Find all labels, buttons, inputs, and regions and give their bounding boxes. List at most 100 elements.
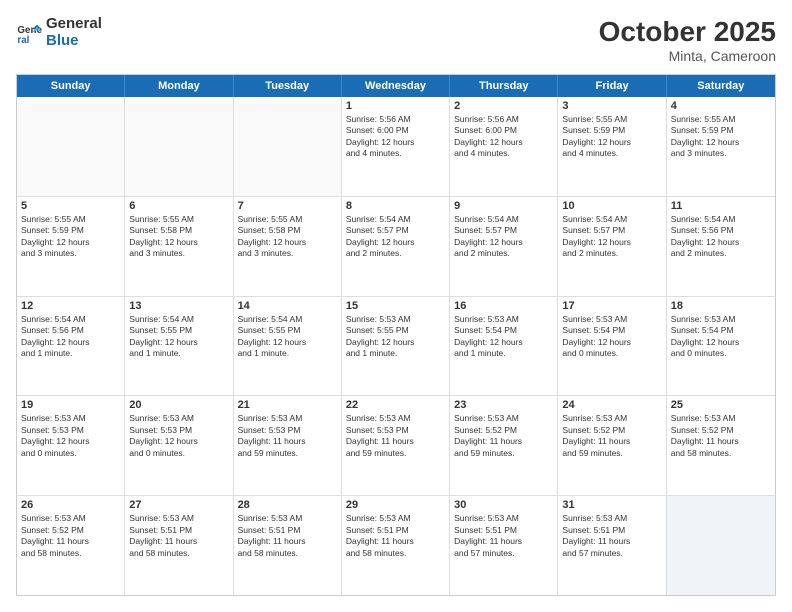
day-info: Sunrise: 5:53 AMSunset: 5:52 PMDaylight:… xyxy=(671,413,771,459)
calendar-cell: 24Sunrise: 5:53 AMSunset: 5:52 PMDayligh… xyxy=(558,396,666,495)
day-number: 5 xyxy=(21,200,120,212)
day-info: Sunrise: 5:54 AMSunset: 5:55 PMDaylight:… xyxy=(238,314,337,360)
day-number: 3 xyxy=(562,100,661,112)
day-number: 21 xyxy=(238,399,337,411)
day-info: Sunrise: 5:53 AMSunset: 5:52 PMDaylight:… xyxy=(562,413,661,459)
day-info: Sunrise: 5:53 AMSunset: 5:52 PMDaylight:… xyxy=(454,413,553,459)
calendar-row-1: 5 Sunrise: 5:55 AMSunset: 5:59 PMDaylight… xyxy=(17,196,775,296)
day-number: 16 xyxy=(454,300,553,312)
header: Gene ral General Blue October 2025 Minta… xyxy=(16,16,776,64)
header-cell-saturday: Saturday xyxy=(667,75,775,97)
day-info: Sunrise: 5:53 AMSunset: 5:55 PMDaylight:… xyxy=(346,314,445,360)
header-cell-friday: Friday xyxy=(558,75,666,97)
calendar-cell: 3 Sunrise: 5:55 AMSunset: 5:59 PMDaylight… xyxy=(558,97,666,196)
calendar-cell: 18Sunrise: 5:53 AMSunset: 5:54 PMDayligh… xyxy=(667,297,775,396)
svg-text:ral: ral xyxy=(17,34,29,45)
calendar-cell: 26Sunrise: 5:53 AMSunset: 5:52 PMDayligh… xyxy=(17,496,125,595)
day-number: 26 xyxy=(21,499,120,511)
calendar-cell: 22 Sunrise: 5:53 AMSunset: 5:53 PMDayligh… xyxy=(342,396,450,495)
calendar-cell xyxy=(234,97,342,196)
day-info: Sunrise: 5:56 AMSunset: 6:00 PMDaylight:… xyxy=(346,114,445,160)
day-number: 10 xyxy=(562,200,661,212)
day-info: Sunrise: 5:53 AMSunset: 5:51 PMDaylight:… xyxy=(346,513,445,559)
calendar-cell: 23 Sunrise: 5:53 AMSunset: 5:52 PMDayligh… xyxy=(450,396,558,495)
calendar-cell: 13 Sunrise: 5:54 AMSunset: 5:55 PMDayligh… xyxy=(125,297,233,396)
header-cell-wednesday: Wednesday xyxy=(342,75,450,97)
day-info: Sunrise: 5:53 AMSunset: 5:53 PMDaylight:… xyxy=(21,413,120,459)
calendar-row-2: 12 Sunrise: 5:54 AMSunset: 5:56 PMDayligh… xyxy=(17,296,775,396)
day-info: Sunrise: 5:55 AMSunset: 5:59 PMDaylight:… xyxy=(671,114,771,160)
day-number: 1 xyxy=(346,100,445,112)
calendar-cell: 4 Sunrise: 5:55 AMSunset: 5:59 PMDaylight… xyxy=(667,97,775,196)
location: Minta, Cameroon xyxy=(599,48,776,64)
day-info: Sunrise: 5:53 AMSunset: 5:51 PMDaylight:… xyxy=(562,513,661,559)
calendar-cell: 12 Sunrise: 5:54 AMSunset: 5:56 PMDayligh… xyxy=(17,297,125,396)
day-number: 8 xyxy=(346,200,445,212)
day-info: Sunrise: 5:53 AMSunset: 5:53 PMDaylight:… xyxy=(346,413,445,459)
day-number: 28 xyxy=(238,499,337,511)
logo-icon: Gene ral xyxy=(16,19,44,47)
calendar-header: SundayMondayTuesdayWednesdayThursdayFrid… xyxy=(17,75,775,97)
day-info: Sunrise: 5:54 AMSunset: 5:56 PMDaylight:… xyxy=(671,214,771,260)
calendar-cell: 11Sunrise: 5:54 AMSunset: 5:56 PMDayligh… xyxy=(667,197,775,296)
calendar-cell: 27Sunrise: 5:53 AMSunset: 5:51 PMDayligh… xyxy=(125,496,233,595)
calendar-body: 1 Sunrise: 5:56 AMSunset: 6:00 PMDaylight… xyxy=(17,97,775,595)
calendar-cell: 5 Sunrise: 5:55 AMSunset: 5:59 PMDaylight… xyxy=(17,197,125,296)
month-title: October 2025 xyxy=(599,16,776,48)
day-number: 23 xyxy=(454,399,553,411)
calendar-cell: 8 Sunrise: 5:54 AMSunset: 5:57 PMDaylight… xyxy=(342,197,450,296)
calendar-cell: 17Sunrise: 5:53 AMSunset: 5:54 PMDayligh… xyxy=(558,297,666,396)
calendar-row-0: 1 Sunrise: 5:56 AMSunset: 6:00 PMDaylight… xyxy=(17,97,775,196)
calendar-cell: 16 Sunrise: 5:53 AMSunset: 5:54 PMDayligh… xyxy=(450,297,558,396)
calendar-cell: 31Sunrise: 5:53 AMSunset: 5:51 PMDayligh… xyxy=(558,496,666,595)
calendar-cell: 9Sunrise: 5:54 AMSunset: 5:57 PMDaylight… xyxy=(450,197,558,296)
calendar-row-4: 26Sunrise: 5:53 AMSunset: 5:52 PMDayligh… xyxy=(17,495,775,595)
day-info: Sunrise: 5:54 AMSunset: 5:57 PMDaylight:… xyxy=(346,214,445,260)
day-info: Sunrise: 5:53 AMSunset: 5:54 PMDaylight:… xyxy=(562,314,661,360)
day-info: Sunrise: 5:53 AMSunset: 5:51 PMDaylight:… xyxy=(238,513,337,559)
calendar-cell: 21Sunrise: 5:53 AMSunset: 5:53 PMDayligh… xyxy=(234,396,342,495)
day-info: Sunrise: 5:53 AMSunset: 5:54 PMDaylight:… xyxy=(454,314,553,360)
calendar-cell: 10 Sunrise: 5:54 AMSunset: 5:57 PMDayligh… xyxy=(558,197,666,296)
day-info: Sunrise: 5:55 AMSunset: 5:58 PMDaylight:… xyxy=(238,214,337,260)
day-number: 7 xyxy=(238,200,337,212)
day-number: 14 xyxy=(238,300,337,312)
day-info: Sunrise: 5:55 AMSunset: 5:58 PMDaylight:… xyxy=(129,214,228,260)
calendar-cell: 6Sunrise: 5:55 AMSunset: 5:58 PMDaylight… xyxy=(125,197,233,296)
day-info: Sunrise: 5:53 AMSunset: 5:53 PMDaylight:… xyxy=(129,413,228,459)
header-cell-tuesday: Tuesday xyxy=(234,75,342,97)
calendar-cell: 25 Sunrise: 5:53 AMSunset: 5:52 PMDayligh… xyxy=(667,396,775,495)
day-info: Sunrise: 5:55 AMSunset: 5:59 PMDaylight:… xyxy=(21,214,120,260)
day-info: Sunrise: 5:53 AMSunset: 5:54 PMDaylight:… xyxy=(671,314,771,360)
header-cell-sunday: Sunday xyxy=(17,75,125,97)
day-info: Sunrise: 5:55 AMSunset: 5:59 PMDaylight:… xyxy=(562,114,661,160)
calendar-cell: 30 Sunrise: 5:53 AMSunset: 5:51 PMDayligh… xyxy=(450,496,558,595)
day-number: 20 xyxy=(129,399,228,411)
calendar-cell: 29Sunrise: 5:53 AMSunset: 5:51 PMDayligh… xyxy=(342,496,450,595)
day-number: 30 xyxy=(454,499,553,511)
calendar-cell xyxy=(17,97,125,196)
day-info: Sunrise: 5:54 AMSunset: 5:56 PMDaylight:… xyxy=(21,314,120,360)
day-number: 13 xyxy=(129,300,228,312)
day-number: 4 xyxy=(671,100,771,112)
day-number: 15 xyxy=(346,300,445,312)
logo-line2: Blue xyxy=(46,33,102,50)
calendar-cell: 28 Sunrise: 5:53 AMSunset: 5:51 PMDayligh… xyxy=(234,496,342,595)
title-block: October 2025 Minta, Cameroon xyxy=(599,16,776,64)
day-info: Sunrise: 5:53 AMSunset: 5:51 PMDaylight:… xyxy=(454,513,553,559)
day-number: 22 xyxy=(346,399,445,411)
day-info: Sunrise: 5:54 AMSunset: 5:57 PMDaylight:… xyxy=(562,214,661,260)
calendar-cell xyxy=(667,496,775,595)
header-cell-thursday: Thursday xyxy=(450,75,558,97)
logo-line1: General xyxy=(46,16,102,33)
day-number: 19 xyxy=(21,399,120,411)
day-info: Sunrise: 5:56 AMSunset: 6:00 PMDaylight:… xyxy=(454,114,553,160)
day-info: Sunrise: 5:54 AMSunset: 5:57 PMDaylight:… xyxy=(454,214,553,260)
calendar-cell: 15 Sunrise: 5:53 AMSunset: 5:55 PMDayligh… xyxy=(342,297,450,396)
calendar-cell: 20 Sunrise: 5:53 AMSunset: 5:53 PMDayligh… xyxy=(125,396,233,495)
header-cell-monday: Monday xyxy=(125,75,233,97)
day-number: 2 xyxy=(454,100,553,112)
day-info: Sunrise: 5:54 AMSunset: 5:55 PMDaylight:… xyxy=(129,314,228,360)
day-number: 25 xyxy=(671,399,771,411)
day-number: 12 xyxy=(21,300,120,312)
